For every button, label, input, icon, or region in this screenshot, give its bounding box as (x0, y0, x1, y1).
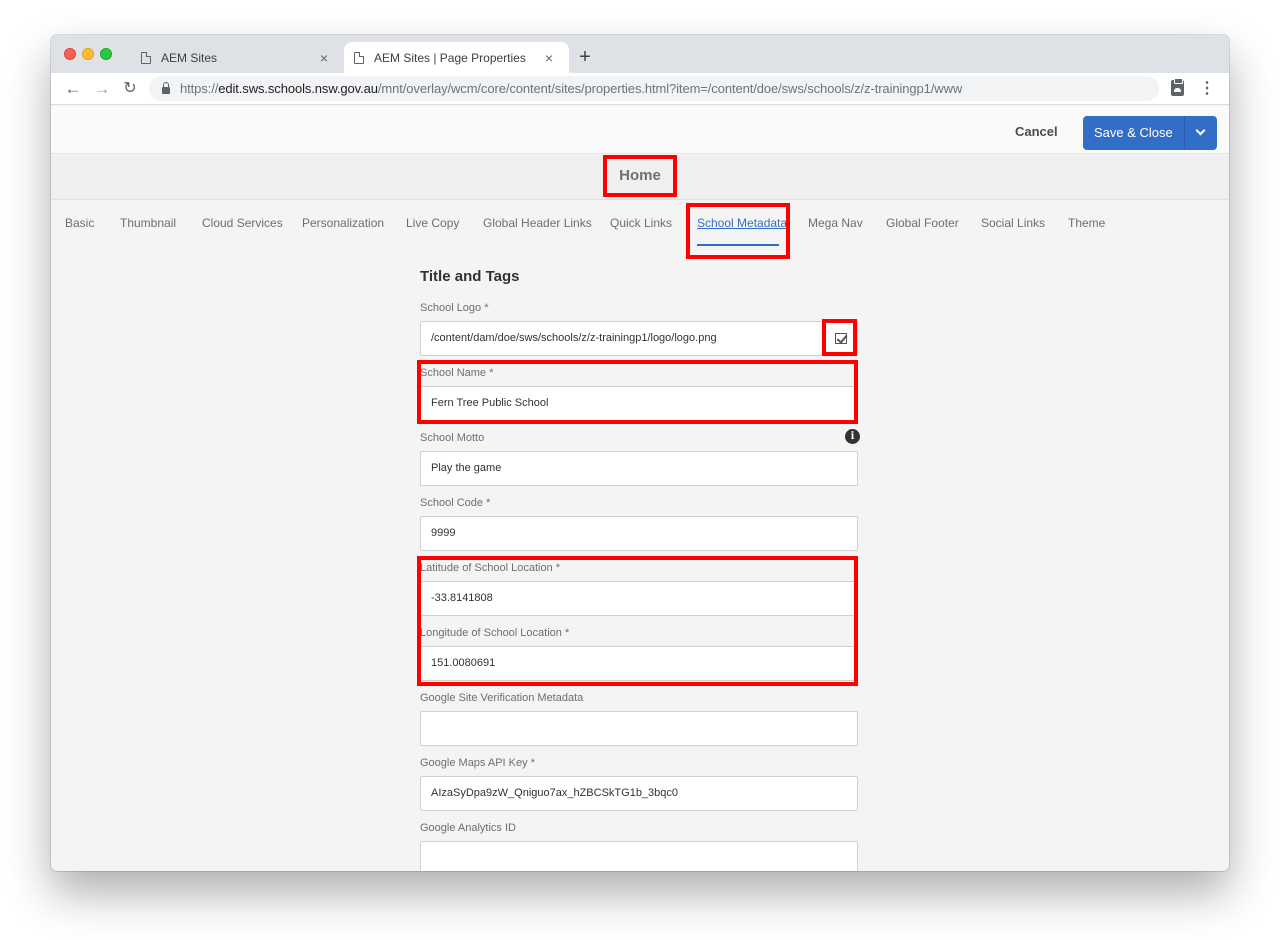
save-options-dropdown[interactable] (1185, 116, 1217, 150)
field-label: School Logo * (420, 302, 489, 314)
address-bar[interactable]: https://edit.sws.schools.nsw.gov.au/mnt/… (149, 76, 1159, 101)
tab-theme[interactable]: Theme (1068, 216, 1105, 230)
browser-tab-page-properties[interactable]: AEM Sites | Page Properties × (344, 42, 569, 73)
school-metadata-form: Title and Tags School Logo * /content/da… (420, 267, 860, 871)
tab-label: AEM Sites | Page Properties (374, 50, 526, 65)
field-school-logo: School Logo * /content/dam/doe/sws/schoo… (420, 301, 860, 356)
field-school-name: School Name * Fern Tree Public School (420, 366, 860, 421)
new-tab-button[interactable]: + (573, 45, 597, 69)
reload-icon[interactable]: ↻ (118, 77, 142, 101)
url-text: https://edit.sws.schools.nsw.gov.au/mnt/… (180, 81, 962, 96)
annotation-highlight-tab (686, 203, 790, 259)
field-label: Latitude of School Location * (420, 562, 561, 574)
back-arrow-icon[interactable]: ← (61, 77, 85, 101)
url-path: /mnt/overlay/wcm/core/content/sites/prop… (377, 81, 963, 96)
browser-window: AEM Sites × AEM Sites | Page Properties … (51, 35, 1229, 871)
field-site-verification: Google Site Verification Metadata (420, 691, 860, 746)
site-verification-input[interactable] (420, 711, 858, 746)
tab-strip: AEM Sites × AEM Sites | Page Properties … (51, 35, 1229, 73)
field-label: Google Maps API Key * (420, 757, 535, 769)
tab-personalization[interactable]: Personalization (302, 216, 384, 230)
field-school-code: School Code * 9999 (420, 496, 860, 551)
school-logo-input[interactable]: /content/dam/doe/sws/schools/z/z-trainin… (420, 321, 858, 356)
tab-label: AEM Sites (161, 50, 218, 65)
lock-icon (162, 82, 170, 94)
section-title: Title and Tags (420, 268, 520, 285)
field-longitude: Longitude of School Location * 151.00806… (420, 626, 860, 681)
cancel-button[interactable]: Cancel (1001, 116, 1072, 148)
tab-live-copy[interactable]: Live Copy (406, 216, 459, 230)
maximize-window-button[interactable] (100, 48, 112, 60)
checkbox-select-icon (834, 333, 847, 344)
browser-toolbar: ← → ↻ https://edit.sws.schools.nsw.gov.a… (51, 73, 1229, 105)
chevron-down-icon (1195, 125, 1206, 136)
browse-asset-button[interactable] (824, 322, 857, 355)
more-menu-icon[interactable]: ⋮ (1199, 77, 1215, 101)
close-window-button[interactable] (64, 48, 76, 60)
document-icon (141, 51, 151, 64)
tab-basic[interactable]: Basic (65, 216, 94, 230)
field-label: School Motto i (420, 429, 860, 451)
tab-global-footer[interactable]: Global Footer (886, 216, 959, 230)
close-tab-icon[interactable]: × (539, 50, 559, 66)
clipboard-extension-icon[interactable] (1171, 78, 1184, 96)
url-scheme: https:// (180, 81, 219, 96)
field-label: Google Analytics ID (420, 822, 516, 834)
page-title: Home (603, 155, 677, 197)
field-label: Google Site Verification Metadata (420, 692, 584, 704)
field-label-text: School Motto (420, 432, 485, 444)
field-label: Longitude of School Location * (420, 627, 570, 639)
field-maps-api-key: Google Maps API Key * AIzaSyDpa9zW_Qnigu… (420, 756, 860, 811)
url-host: edit.sws.schools.nsw.gov.au (218, 81, 378, 96)
save-button-group: Save & Close (1083, 116, 1217, 150)
field-label: School Code * (420, 497, 491, 509)
maps-api-key-input[interactable]: AIzaSyDpa9zW_Qniguo7ax_hZBCSkTG1b_3bqc0 (420, 776, 858, 811)
school-code-input[interactable]: 9999 (420, 516, 858, 551)
tab-social-links[interactable]: Social Links (981, 216, 1045, 230)
field-label: School Name * (420, 367, 494, 379)
analytics-id-input[interactable] (420, 841, 858, 871)
tab-global-header-links[interactable]: Global Header Links (483, 216, 592, 230)
field-latitude: Latitude of School Location * -33.814180… (420, 561, 860, 616)
info-icon[interactable]: i (845, 429, 860, 444)
tab-cloud-services[interactable]: Cloud Services (202, 216, 283, 230)
action-bar: Cancel Save & Close (51, 106, 1229, 154)
save-and-close-button[interactable]: Save & Close (1083, 116, 1185, 150)
browser-tab-aem-sites[interactable]: AEM Sites × (131, 42, 344, 73)
close-tab-icon[interactable]: × (314, 50, 334, 66)
school-name-input[interactable]: Fern Tree Public School (420, 386, 858, 421)
minimize-window-button[interactable] (82, 48, 94, 60)
tab-thumbnail[interactable]: Thumbnail (120, 216, 176, 230)
forward-arrow-icon[interactable]: → (90, 77, 114, 101)
input-value: /content/dam/doe/sws/schools/z/z-trainin… (431, 332, 717, 344)
longitude-input[interactable]: 151.0080691 (420, 646, 858, 681)
tab-mega-nav[interactable]: Mega Nav (808, 216, 863, 230)
title-bar: Home (51, 155, 1229, 200)
latitude-input[interactable]: -33.8141808 (420, 581, 858, 616)
document-icon (354, 51, 364, 64)
property-tabs: Basic Thumbnail Cloud Services Personali… (51, 201, 1229, 259)
tab-quick-links[interactable]: Quick Links (610, 216, 672, 230)
field-school-motto: School Motto i Play the game (420, 429, 860, 486)
school-motto-input[interactable]: Play the game (420, 451, 858, 486)
field-analytics-id: Google Analytics ID (420, 821, 860, 871)
